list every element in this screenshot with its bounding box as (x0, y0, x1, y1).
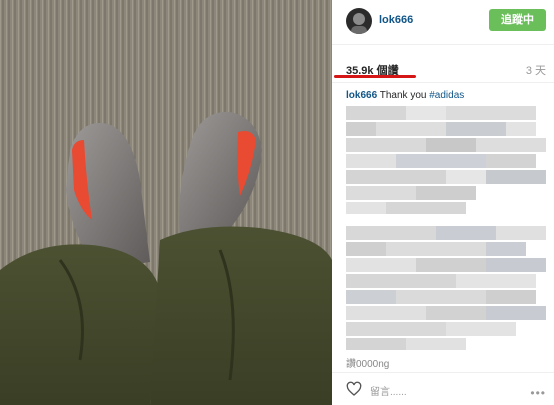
header-divider (332, 44, 554, 45)
footer-divider (332, 372, 554, 373)
heart-icon[interactable] (346, 381, 362, 397)
avatar[interactable] (346, 8, 372, 34)
post-photo[interactable] (0, 0, 332, 405)
post-username[interactable]: lok666 (379, 14, 413, 26)
following-button[interactable]: 追蹤中 (489, 9, 546, 31)
post-age: 3 天 (525, 65, 546, 77)
caption-username[interactable]: lok666 (346, 90, 377, 101)
caption-text: Thank you (379, 90, 427, 101)
blurred-comment-block-2 (346, 226, 546, 350)
caption-hashtag[interactable]: #adidas (429, 90, 464, 101)
photo-image (0, 0, 332, 405)
caption: lok666 Thank you #adidas (346, 90, 464, 101)
blurred-comment-block-1 (346, 106, 546, 214)
post-details-panel: lok666 追蹤中 35.9k 個讚 3 天 lok666 Thank you… (332, 0, 554, 405)
likes-divider (332, 82, 554, 83)
comment-input[interactable]: 留言...... (370, 383, 407, 398)
likes-highlight-underline (334, 75, 416, 78)
more-options-icon[interactable]: ••• (530, 386, 546, 400)
truncated-comment-text: 讚0000ng (346, 359, 390, 370)
